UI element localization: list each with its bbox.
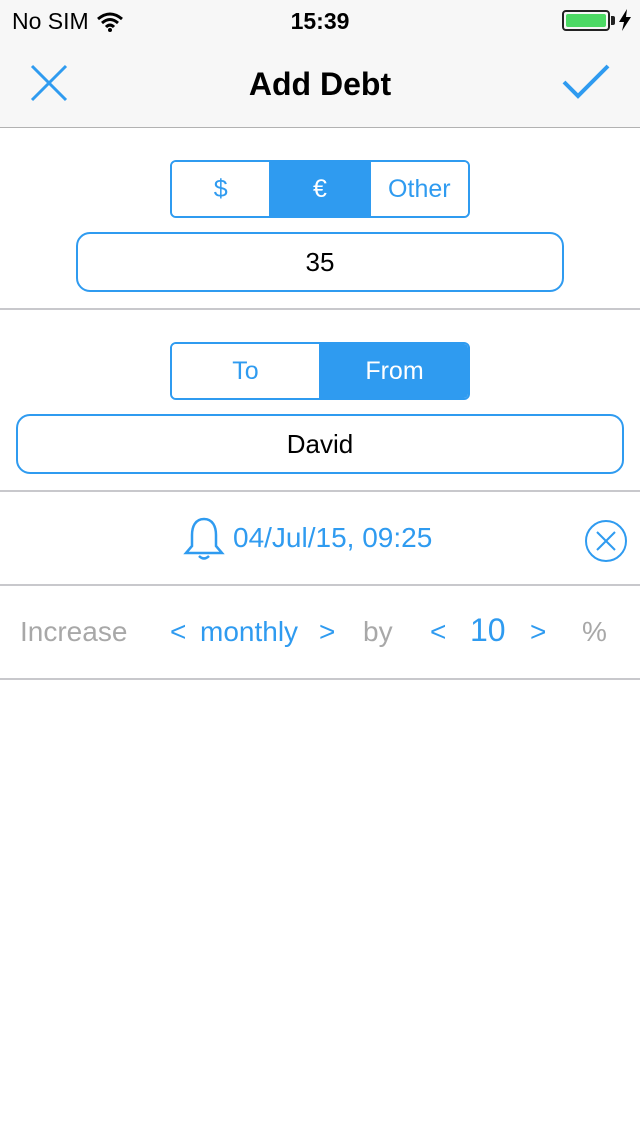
direction-selector: To From bbox=[170, 342, 470, 400]
increase-label: Increase bbox=[20, 616, 128, 647]
person-name-field[interactable]: David bbox=[16, 414, 624, 474]
status-bar: No SIM 15:39 bbox=[0, 0, 640, 40]
status-time: 15:39 bbox=[290, 8, 350, 34]
currency-dollar[interactable]: $ bbox=[172, 162, 272, 216]
divider bbox=[0, 678, 640, 680]
direction-to[interactable]: To bbox=[172, 344, 321, 398]
percent-value: 10 bbox=[470, 612, 506, 648]
increase-row: Increase < monthly > by < 10 > % bbox=[0, 586, 640, 678]
navigation-bar: Add Debt bbox=[0, 40, 640, 128]
percent-decrease-button[interactable]: < bbox=[430, 616, 446, 648]
clear-circle-icon[interactable] bbox=[584, 519, 628, 563]
by-label: by bbox=[363, 616, 393, 647]
percent-increase-button[interactable]: > bbox=[530, 616, 546, 648]
currency-euro[interactable]: € bbox=[271, 162, 371, 216]
direction-from[interactable]: From bbox=[321, 344, 468, 398]
period-value[interactable]: monthly bbox=[200, 616, 298, 648]
battery-icon bbox=[562, 10, 610, 31]
period-next-button[interactable]: > bbox=[319, 616, 335, 648]
currency-other[interactable]: Other bbox=[370, 162, 468, 216]
bell-icon[interactable] bbox=[183, 516, 225, 560]
divider bbox=[0, 308, 640, 310]
reminder-row: 04/Jul/15, 09:25 bbox=[0, 492, 640, 584]
period-prev-button[interactable]: < bbox=[170, 616, 186, 648]
percent-unit-label: % bbox=[582, 616, 607, 647]
amount-field[interactable]: 35 bbox=[76, 232, 564, 292]
reminder-date[interactable]: 04/Jul/15, 09:25 bbox=[233, 522, 432, 554]
currency-selector: $ € Other bbox=[170, 160, 470, 218]
page-title: Add Debt bbox=[248, 66, 392, 102]
battery-tip bbox=[611, 16, 615, 25]
checkmark-icon[interactable] bbox=[560, 62, 612, 104]
charging-bolt-icon bbox=[619, 9, 631, 31]
